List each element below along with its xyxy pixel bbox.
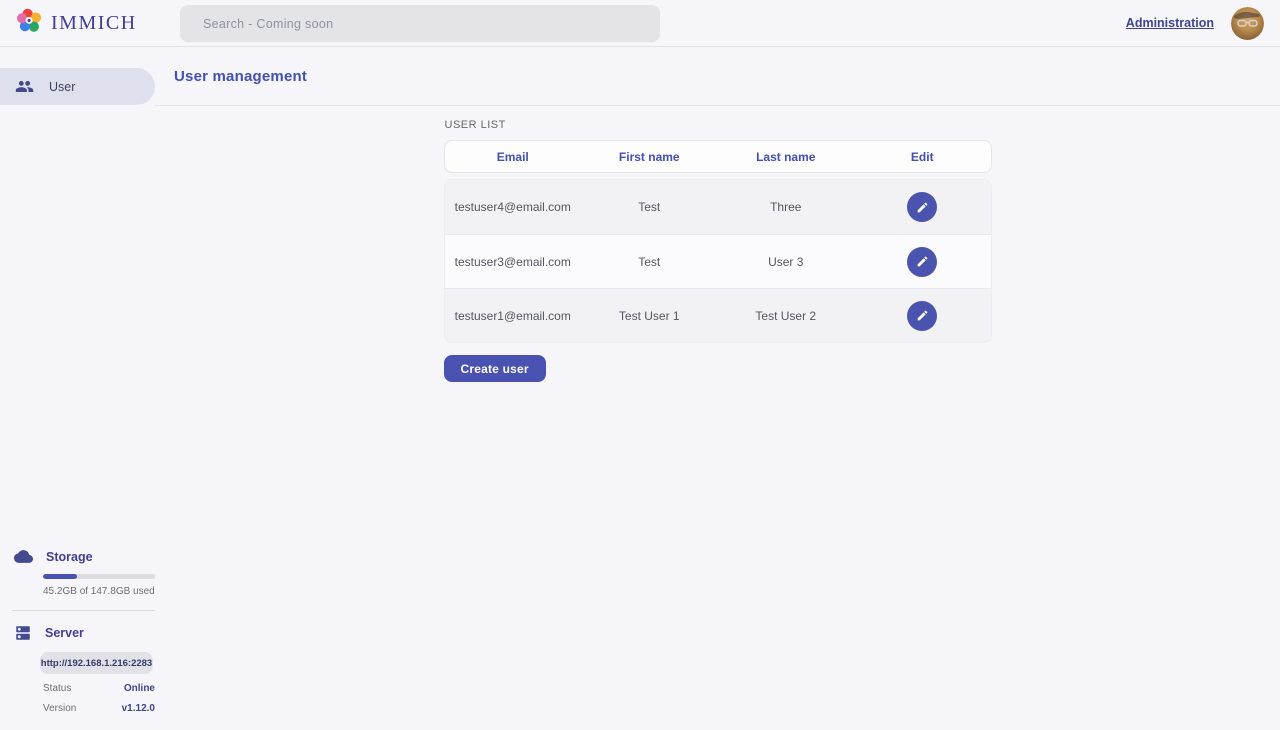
- server-title: Server: [45, 626, 84, 640]
- immich-flower-icon: [16, 7, 43, 39]
- admin-sidebar: User Storage: [0, 47, 155, 730]
- users-group-icon: [15, 77, 34, 96]
- immich-logo[interactable]: IMMICH: [16, 7, 137, 39]
- user-list-label: USER LIST: [444, 119, 992, 131]
- cell-first-name: Test: [581, 200, 718, 214]
- pencil-icon: [916, 309, 929, 322]
- top-header: IMMICH Search - Coming soon Administrati…: [0, 0, 1280, 47]
- version-value: v1.12.0: [122, 703, 155, 714]
- storage-title: Storage: [46, 550, 93, 564]
- user-avatar[interactable]: [1231, 7, 1264, 40]
- edit-user-button[interactable]: [907, 301, 937, 331]
- user-table-header: Email First name Last name Edit: [444, 140, 992, 173]
- search-input[interactable]: Search - Coming soon: [180, 5, 660, 42]
- edit-user-button[interactable]: [907, 192, 937, 222]
- storage-usage-text: 45.2GB of 147.8GB used: [43, 586, 155, 597]
- column-header-edit: Edit: [854, 150, 991, 164]
- create-user-button[interactable]: Create user: [444, 355, 546, 382]
- administration-link[interactable]: Administration: [1126, 16, 1214, 30]
- server-icon: [14, 624, 32, 642]
- edit-user-button[interactable]: [907, 247, 937, 277]
- search-placeholder: Search - Coming soon: [203, 17, 333, 31]
- pencil-icon: [916, 201, 929, 214]
- cell-first-name: Test User 1: [581, 309, 718, 323]
- cell-first-name: Test: [581, 255, 718, 269]
- main-panel: User management USER LIST Email First na…: [155, 47, 1280, 730]
- version-label: Version: [43, 703, 76, 714]
- cell-email: testuser1@email.com: [445, 309, 582, 323]
- cell-edit: [854, 301, 991, 331]
- storage-section: Storage 45.2GB of 147.8GB used: [0, 547, 155, 597]
- cell-last-name: Test User 2: [718, 309, 855, 323]
- storage-progress-bar: [43, 574, 155, 579]
- column-header-last-name: Last name: [718, 150, 855, 164]
- user-table-body: testuser4@email.com Test Three: [444, 179, 992, 343]
- logo-wordmark: IMMICH: [51, 12, 137, 35]
- sidebar-item-user[interactable]: User: [0, 68, 155, 105]
- content-area: USER LIST Email First name Last name Edi…: [155, 106, 1280, 730]
- storage-progress-fill: [43, 574, 77, 579]
- sidebar-footer: Storage 45.2GB of 147.8GB used: [0, 547, 155, 730]
- cell-last-name: User 3: [718, 255, 855, 269]
- pencil-icon: [916, 255, 929, 268]
- page-title-bar: User management: [155, 47, 1280, 106]
- page-title: User management: [174, 68, 307, 85]
- user-list-section: USER LIST Email First name Last name Edi…: [444, 119, 992, 382]
- status-value: Online: [124, 683, 155, 694]
- server-version-row: Version v1.12.0: [43, 703, 155, 714]
- sidebar-divider: [12, 610, 155, 611]
- table-row: testuser1@email.com Test User 1 Test Use…: [445, 288, 991, 342]
- header-right: Administration: [1126, 7, 1264, 40]
- server-url-badge: http://192.168.1.216:2283: [40, 652, 153, 674]
- cell-edit: [854, 247, 991, 277]
- column-header-email: Email: [445, 150, 582, 164]
- cell-last-name: Three: [718, 200, 855, 214]
- immich-app: IMMICH Search - Coming soon Administrati…: [0, 0, 1280, 730]
- cloud-icon: [14, 547, 33, 566]
- table-row: testuser3@email.com Test User 3: [445, 234, 991, 288]
- column-header-first-name: First name: [581, 150, 718, 164]
- cell-edit: [854, 192, 991, 222]
- server-status-row: Status Online: [43, 683, 155, 694]
- status-label: Status: [43, 683, 71, 694]
- cell-email: testuser4@email.com: [445, 200, 582, 214]
- sidebar-item-label: User: [49, 80, 75, 94]
- table-row: testuser4@email.com Test Three: [445, 180, 991, 234]
- cell-email: testuser3@email.com: [445, 255, 582, 269]
- server-section: Server http://192.168.1.216:2283 Status …: [0, 624, 155, 714]
